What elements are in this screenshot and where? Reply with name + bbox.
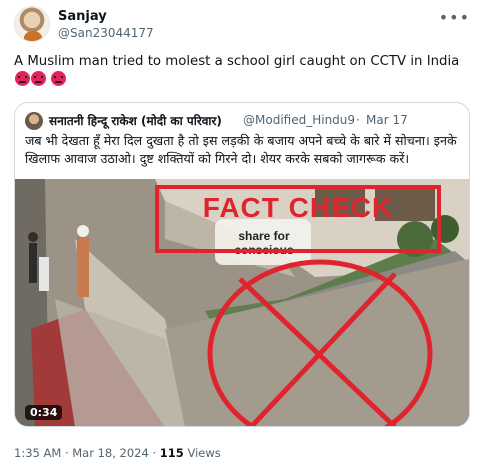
- angry-face-icon: [15, 71, 30, 86]
- tweet-date[interactable]: Mar 18, 2024: [72, 446, 149, 460]
- quoted-text: जब भी देखता हूँ मेरा दिल दुखता है तो इस …: [25, 133, 457, 166]
- angry-face-icon: [31, 71, 46, 86]
- more-icon[interactable]: •••: [439, 8, 470, 27]
- meta-separator: ·: [152, 446, 157, 460]
- quoted-separator: ·: [356, 113, 360, 127]
- quoted-author-handle[interactable]: @Modified_Hindu9: [243, 113, 355, 127]
- video-player[interactable]: share for conscious FACT CHECK 0:34: [15, 179, 469, 426]
- tweet-meta: 1:35 AM · Mar 18, 2024 · 115 Views: [14, 446, 221, 460]
- cross-mark-icon: [207, 259, 433, 426]
- author-name[interactable]: Sanjay: [58, 9, 107, 24]
- tweet-time[interactable]: 1:35 AM: [14, 446, 61, 460]
- avatar[interactable]: [14, 6, 50, 42]
- views-label: Views: [187, 446, 221, 460]
- video-duration-badge: 0:34: [25, 405, 63, 420]
- author-handle[interactable]: @San23044177: [58, 26, 154, 40]
- quoted-date[interactable]: Mar 17: [366, 113, 408, 127]
- tweet-text: A Muslim man tried to molest a school gi…: [14, 52, 472, 90]
- quoted-tweet-card[interactable]: सनातनी हिन्दू राकेश (मोदी का परिवार) @Mo…: [14, 102, 470, 427]
- views-count: 115: [159, 446, 184, 460]
- quoted-author-name[interactable]: सनातनी हिन्दू राकेश (मोदी का परिवार): [49, 112, 222, 129]
- tweet-text-content: A Muslim man tried to molest a school gi…: [14, 54, 460, 69]
- angry-face-icon: [51, 71, 67, 86]
- quoted-avatar[interactable]: [25, 112, 43, 130]
- meta-separator: ·: [64, 446, 69, 460]
